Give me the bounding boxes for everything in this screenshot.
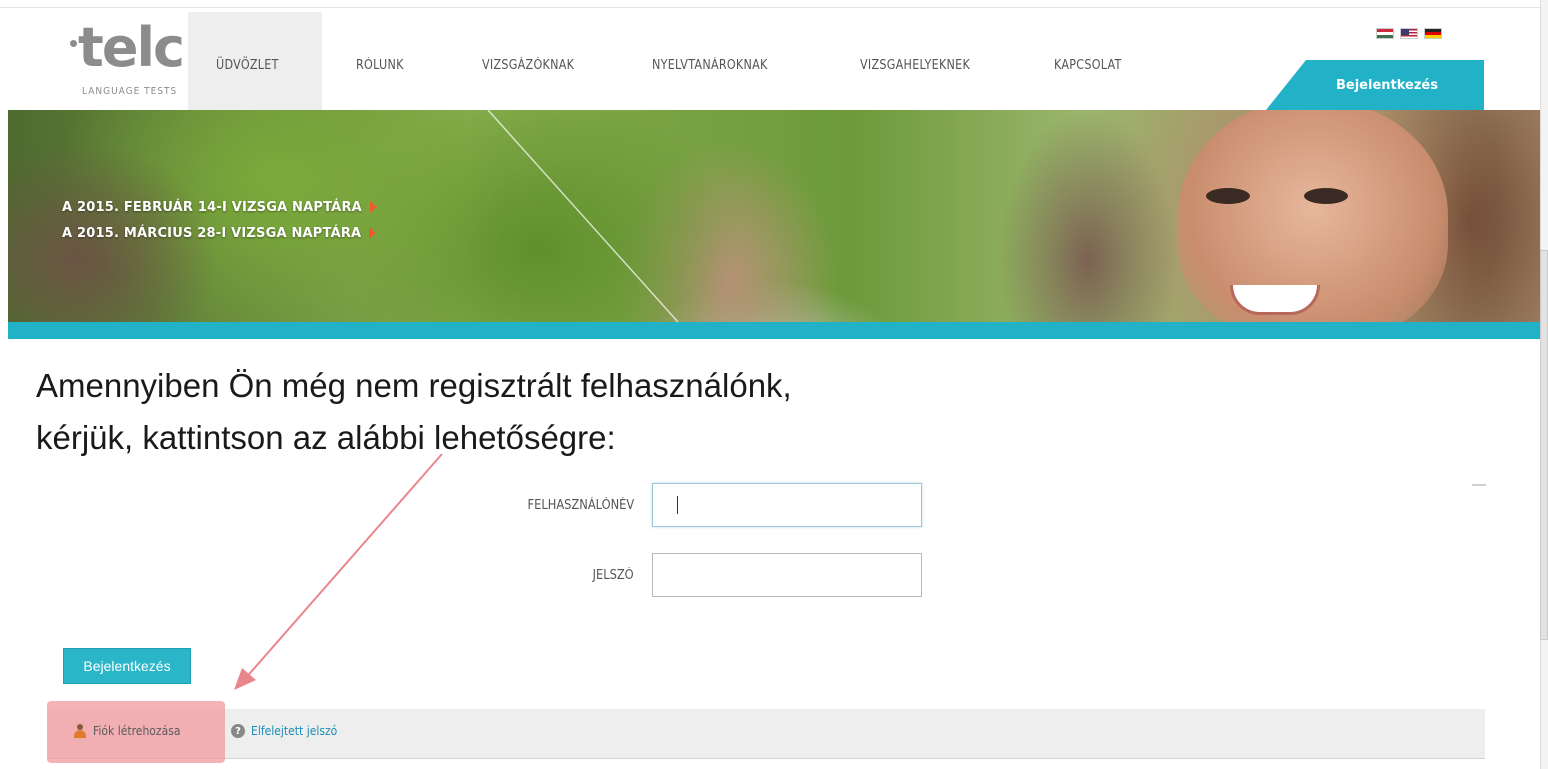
create-account-link[interactable]: Fiók létrehozása: [73, 724, 190, 738]
play-arrow-icon: [369, 227, 377, 239]
nav-item-udvozlet[interactable]: ÜDVÖZLET: [188, 12, 322, 110]
exam-calendar-link-feb[interactable]: A 2015. FEBRUÁR 14-I VIZSGA NAPTÁRA: [62, 194, 377, 220]
nav-item-label: ÜDVÖZLET: [216, 58, 279, 73]
username-field[interactable]: [652, 483, 922, 527]
password-label: JELSZÓ: [434, 568, 634, 583]
exam-calendar-link-mar[interactable]: A 2015. MÁRCIUS 28-I VIZSGA NAPTÁRA: [62, 220, 377, 246]
page-scrollbar[interactable]: [1540, 0, 1548, 769]
exam-calendar-links: A 2015. FEBRUÁR 14-I VIZSGA NAPTÁRA A 20…: [62, 194, 377, 246]
logo-dot: [70, 40, 77, 47]
user-icon: [73, 724, 87, 738]
photo-detail: [1304, 188, 1348, 204]
hero-banner: A 2015. FEBRUÁR 14-I VIZSGA NAPTÁRA A 20…: [8, 110, 1540, 322]
logo-wordmark: telc: [78, 16, 185, 79]
login-submit-button[interactable]: Bejelentkezés: [63, 648, 191, 684]
nav-item-label: KAPCSOLAT: [1054, 58, 1122, 73]
banner-link-text: A 2015. FEBRUÁR 14-I VIZSGA NAPTÁRA: [62, 199, 362, 215]
telc-logo[interactable]: telc LANGUAGE TESTS: [70, 18, 188, 98]
registration-instruction: Amennyiben Ön még nem regisztrált felhas…: [36, 360, 792, 464]
question-icon: ?: [231, 724, 245, 738]
nav-item-rolunk[interactable]: RÓLUNK: [322, 12, 446, 110]
hu-flag-icon[interactable]: [1376, 28, 1394, 39]
username-label: FELHASZNÁLÓNÉV: [434, 498, 634, 513]
login-tab-label: Bejelentkezés: [1336, 78, 1438, 93]
language-switcher: [1376, 28, 1442, 39]
banner-accent-bar: [8, 322, 1540, 339]
us-flag-icon[interactable]: [1400, 28, 1418, 39]
window-top-border: [0, 0, 1548, 8]
password-field[interactable]: [652, 553, 922, 597]
de-flag-icon[interactable]: [1424, 28, 1442, 39]
nav-item-vizsgazoknak[interactable]: VIZSGÁZÓKNAK: [446, 12, 618, 110]
nav-item-vizsgahelyeknek[interactable]: VIZSGAHELYEKNEK: [826, 12, 1026, 110]
nav-item-label: RÓLUNK: [356, 58, 404, 73]
collapse-dash-icon: [1472, 484, 1486, 486]
instruction-line-1: Amennyiben Ön még nem regisztrált felhas…: [36, 367, 792, 404]
scrollbar-thumb[interactable]: [1540, 250, 1548, 640]
photo-detail: [1206, 188, 1250, 204]
password-label-text: JELSZÓ: [592, 568, 634, 583]
main-nav: ÜDVÖZLET RÓLUNK VIZSGÁZÓKNAK NYELVTANÁRO…: [188, 12, 1166, 110]
nav-item-kapcsolat[interactable]: KAPCSOLAT: [1026, 12, 1166, 110]
instruction-line-2: kérjük, kattintson az alábbi lehetőségre…: [36, 419, 616, 456]
nav-item-label: NYELVTANÁROKNAK: [652, 58, 768, 73]
banner-link-text: A 2015. MÁRCIUS 28-I VIZSGA NAPTÁRA: [62, 225, 362, 241]
play-arrow-icon: [369, 201, 377, 213]
forgot-password-link[interactable]: ? Elfelejtett jelszó: [231, 724, 347, 738]
nav-item-label: VIZSGAHELYEKNEK: [860, 58, 971, 73]
username-label-text: FELHASZNÁLÓNÉV: [527, 498, 634, 513]
logo-tagline: LANGUAGE TESTS: [82, 86, 178, 97]
site-header: telc LANGUAGE TESTS ÜDVÖZLET RÓLUNK VIZS…: [0, 12, 1540, 110]
create-account-label: Fiók létrehozása: [93, 724, 181, 738]
banner-decor-line: [487, 110, 679, 322]
text-cursor: [677, 496, 678, 514]
login-tab[interactable]: Bejelentkezés: [1266, 60, 1484, 110]
forgot-password-label: Elfelejtett jelszó: [251, 724, 338, 738]
nav-item-label: VIZSGÁZÓKNAK: [482, 58, 575, 73]
nav-item-nyelvtanaroknak[interactable]: NYELVTANÁROKNAK: [618, 12, 826, 110]
